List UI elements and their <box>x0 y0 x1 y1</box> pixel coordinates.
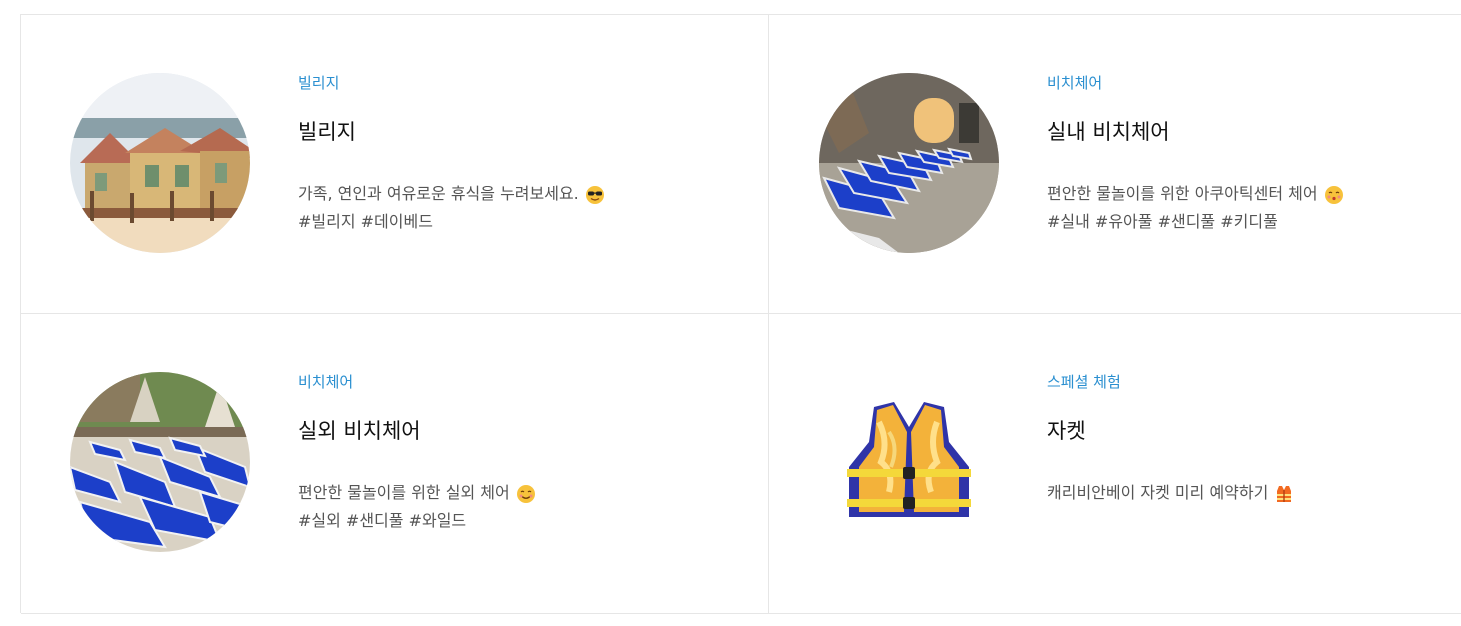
card-description: 편안한 물놀이를 위한 실외 체어 <box>298 483 510 502</box>
product-grid: 빌리지 빌리지 가족, 연인과 여유로운 휴식을 누려보세요. #빌리지 #데이… <box>20 14 1461 614</box>
smiling-face-icon <box>516 484 536 504</box>
product-card-village[interactable]: 빌리지 빌리지 가족, 연인과 여유로운 휴식을 누려보세요. #빌리지 #데이… <box>21 15 769 314</box>
card-description: 편안한 물놀이를 위한 아쿠아틱센터 체어 <box>1047 184 1318 203</box>
life-jacket-image[interactable] <box>819 372 999 552</box>
card-description: 가족, 연인과 여유로운 휴식을 누려보세요. <box>298 184 579 203</box>
sunglasses-face-icon <box>585 185 605 205</box>
product-card-outdoor-chair[interactable]: 비치체어 실외 비치체어 편안한 물놀이를 위한 실외 체어 #실외 #샌디풀 … <box>21 314 769 614</box>
card-title[interactable]: 실외 비치체어 <box>298 417 536 445</box>
card-category: 비치체어 <box>298 373 354 391</box>
card-title[interactable]: 자켓 <box>1047 417 1294 445</box>
card-category: 빌리지 <box>298 74 340 92</box>
village-cabins-image[interactable] <box>70 73 250 253</box>
safety-vest-icon <box>1274 484 1294 504</box>
card-tags: #빌리지 #데이베드 <box>298 212 433 231</box>
card-tags: #실내 #유아풀 #샌디풀 #키디풀 <box>1047 212 1278 231</box>
kissing-face-icon <box>1324 185 1344 205</box>
indoor-beach-chairs-image[interactable] <box>819 73 999 253</box>
card-title[interactable]: 빌리지 <box>298 118 605 146</box>
card-tags: #실외 #샌디풀 #와일드 <box>298 511 467 530</box>
card-description: 캐리비안베이 자켓 미리 예약하기 <box>1047 483 1269 502</box>
product-card-indoor-chair[interactable]: 비치체어 실내 비치체어 편안한 물놀이를 위한 아쿠아틱센터 체어 #실내 #… <box>769 15 1461 314</box>
product-card-jacket[interactable]: 스페셜 체험 자켓 캐리비안베이 자켓 미리 예약하기 <box>769 314 1461 614</box>
outdoor-beach-chairs-image[interactable] <box>70 372 250 552</box>
card-category: 스페셜 체험 <box>1047 373 1121 391</box>
card-title[interactable]: 실내 비치체어 <box>1047 118 1344 146</box>
card-category: 비치체어 <box>1047 74 1103 92</box>
